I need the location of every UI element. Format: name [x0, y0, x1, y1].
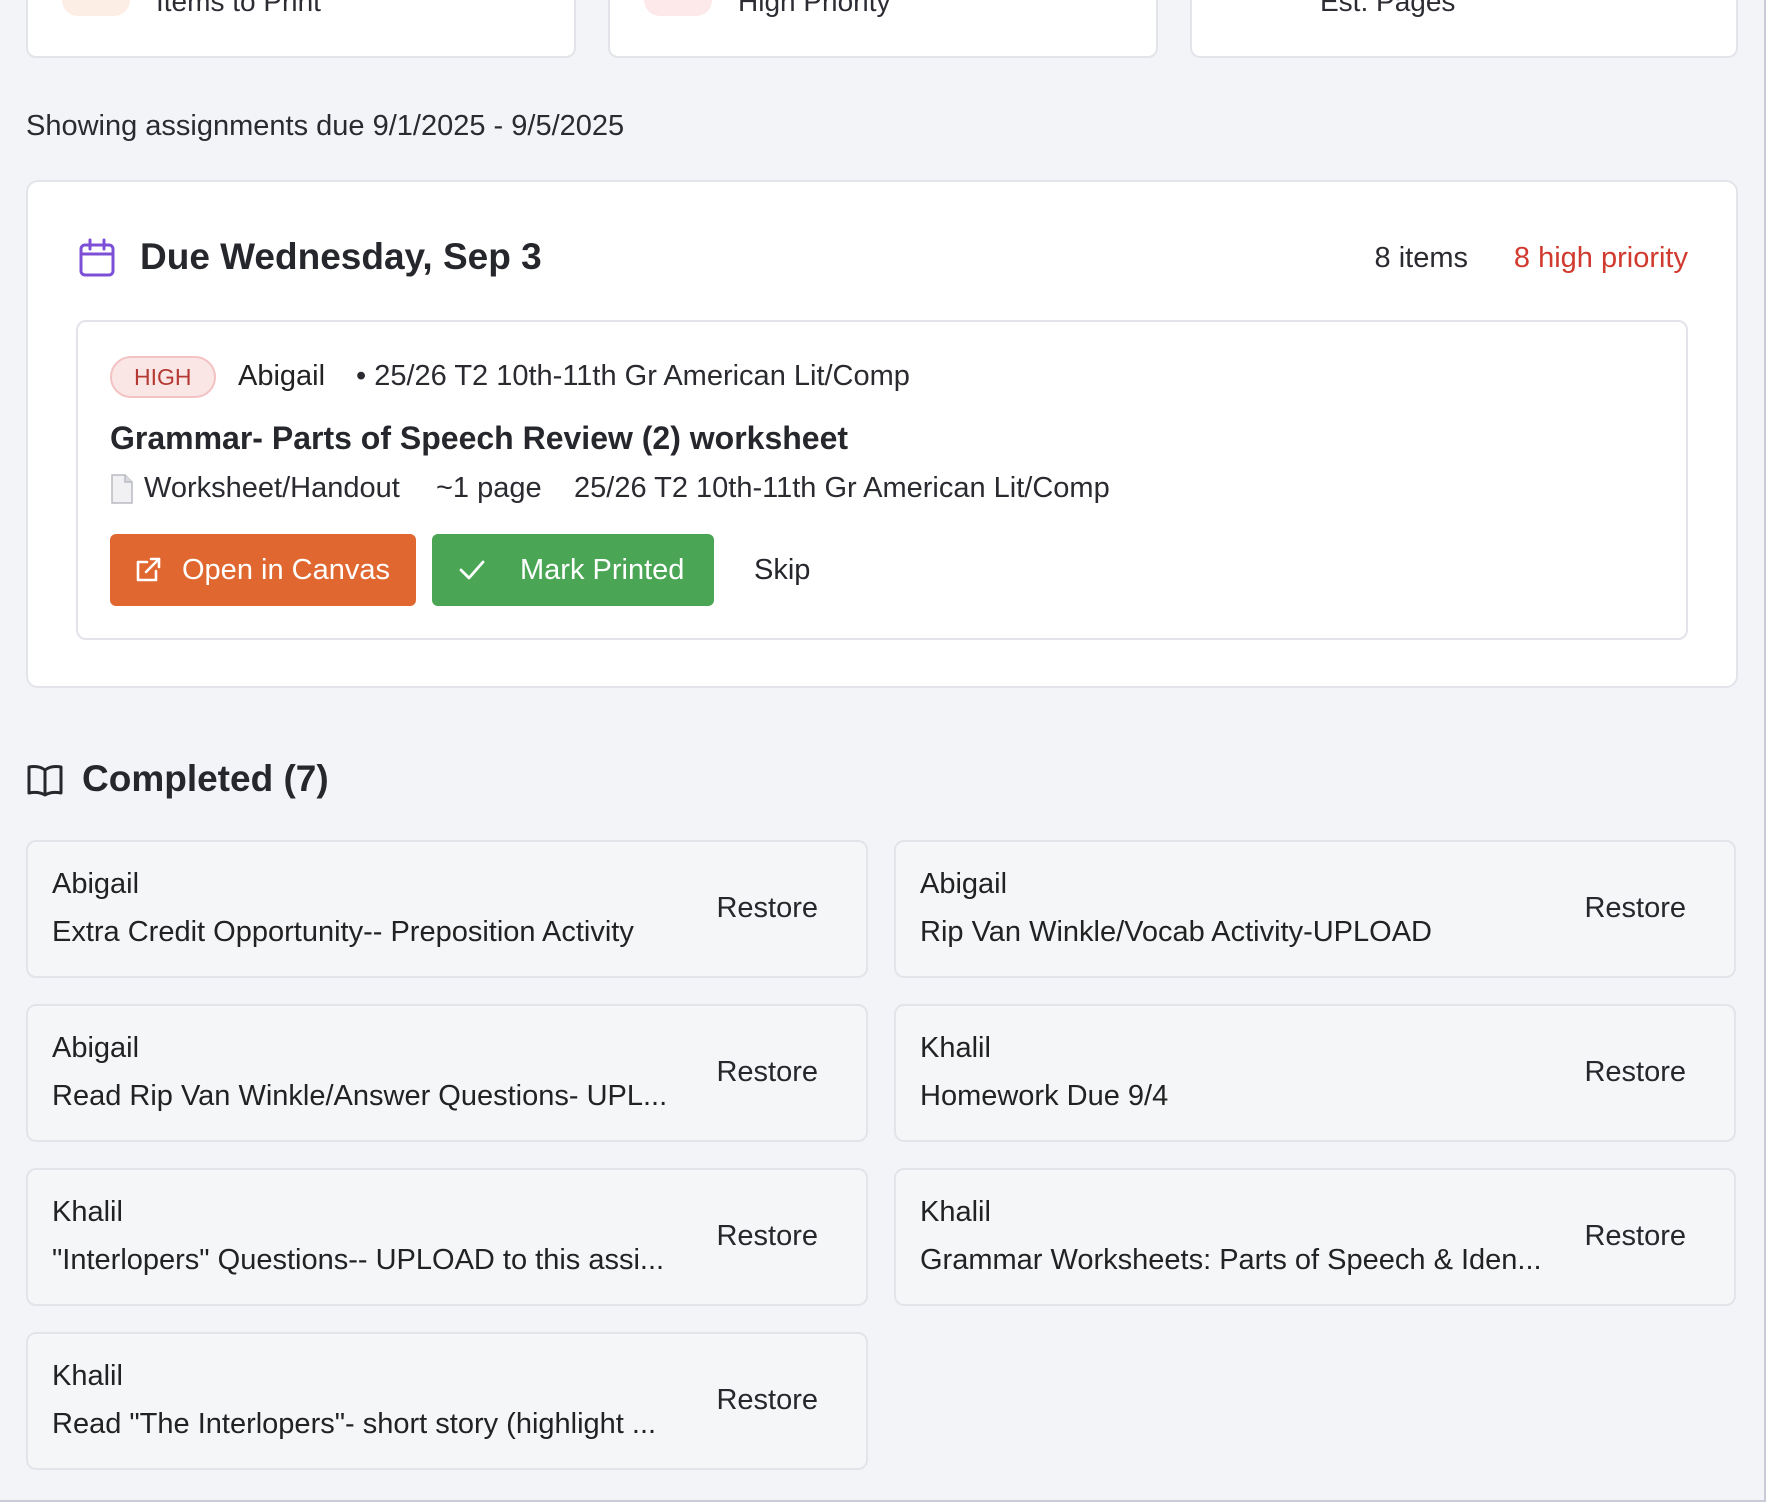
book-open-icon: [27, 764, 63, 797]
mark-printed-button[interactable]: Mark Printed: [432, 534, 714, 606]
completed-student: Abigail: [52, 868, 140, 900]
due-item-count: 8 items: [1374, 242, 1468, 274]
open-in-canvas-button[interactable]: Open in Canvas: [110, 534, 416, 606]
completed-assignment-title: Homework Due 9/4: [920, 1080, 1169, 1112]
restore-button[interactable]: Restore: [716, 1220, 818, 1253]
stat-icon: [644, 0, 712, 16]
stat-label: Items to Print: [156, 0, 321, 17]
external-link-icon: [136, 557, 161, 582]
completed-student: Khalil: [920, 1196, 991, 1228]
stat-label: Est. Pages: [1320, 0, 1456, 17]
restore-button[interactable]: Restore: [1584, 1056, 1686, 1089]
completed-student: Abigail: [920, 868, 1008, 900]
mark-printed-label: Mark Printed: [520, 554, 685, 586]
completed-student: Khalil: [920, 1032, 991, 1064]
completed-item: Khalil Read "The Interlopers"- short sto…: [26, 1332, 868, 1470]
completed-item: Abigail Extra Credit Opportunity-- Prepo…: [26, 840, 868, 978]
due-group-title: Due Wednesday, Sep 3: [140, 236, 542, 277]
assignment-student: Abigail: [238, 360, 326, 392]
completed-assignment-title: Rip Van Winkle/Vocab Activity-UPLOAD: [920, 916, 1432, 948]
priority-badge: HIGH: [110, 356, 216, 398]
assignment-pages: ~1 page: [436, 472, 542, 504]
restore-button[interactable]: Restore: [716, 1384, 818, 1417]
completed-item: Khalil Homework Due 9/4 Restore: [894, 1004, 1736, 1142]
completed-title: Completed (7): [82, 758, 329, 799]
completed-assignment-title: Read "The Interlopers"- short story (hig…: [52, 1408, 657, 1440]
due-group-card: Due Wednesday, Sep 3 8 items 8 high prio…: [26, 180, 1738, 688]
document-icon: [111, 474, 133, 504]
restore-button[interactable]: Restore: [1584, 892, 1686, 925]
assignment-type: Worksheet/Handout: [144, 472, 400, 504]
completed-assignment-title: "Interlopers" Questions-- UPLOAD to this…: [52, 1244, 665, 1276]
stat-card-est-pages: Est. Pages: [1190, 0, 1738, 58]
stat-card-items-to-print: Items to Print: [26, 0, 576, 58]
calendar-icon: [79, 238, 115, 277]
completed-student: Abigail: [52, 1032, 140, 1064]
stat-icon: [62, 0, 130, 16]
completed-item: Khalil Grammar Worksheets: Parts of Spee…: [894, 1168, 1736, 1306]
stat-label: High Priority: [738, 0, 891, 17]
completed-assignment-title: Grammar Worksheets: Parts of Speech & Id…: [920, 1244, 1542, 1276]
stat-card-high-priority: High Priority: [608, 0, 1158, 58]
assignment-course-meta: 25/26 T2 10th-11th Gr American Lit/Comp: [574, 472, 1110, 504]
completed-assignment-title: Read Rip Van Winkle/Answer Questions- UP…: [52, 1080, 668, 1112]
open-in-canvas-label: Open in Canvas: [182, 554, 390, 586]
date-range-text: Showing assignments due 9/1/2025 - 9/5/2…: [26, 110, 625, 142]
page: Items to Print High Priority Est. Pages …: [0, 0, 1766, 1502]
completed-student: Khalil: [52, 1196, 123, 1228]
completed-assignment-title: Extra Credit Opportunity-- Preposition A…: [52, 916, 634, 948]
assignment-card: HIGH Abigail • 25/26 T2 10th-11th Gr Ame…: [76, 320, 1688, 640]
completed-item: Abigail Read Rip Van Winkle/Answer Quest…: [26, 1004, 868, 1142]
restore-button[interactable]: Restore: [716, 892, 818, 925]
check-icon: [459, 560, 485, 580]
completed-item: Abigail Rip Van Winkle/Vocab Activity-UP…: [894, 840, 1736, 978]
completed-student: Khalil: [52, 1360, 123, 1392]
due-high-priority-count: 8 high priority: [1513, 242, 1688, 274]
restore-button[interactable]: Restore: [716, 1056, 818, 1089]
skip-button[interactable]: Skip: [754, 534, 810, 606]
completed-item: Khalil "Interlopers" Questions-- UPLOAD …: [26, 1168, 868, 1306]
assignment-course: • 25/26 T2 10th-11th Gr American Lit/Com…: [356, 360, 910, 392]
assignment-title: Grammar- Parts of Speech Review (2) work…: [110, 420, 849, 456]
restore-button[interactable]: Restore: [1584, 1220, 1686, 1253]
